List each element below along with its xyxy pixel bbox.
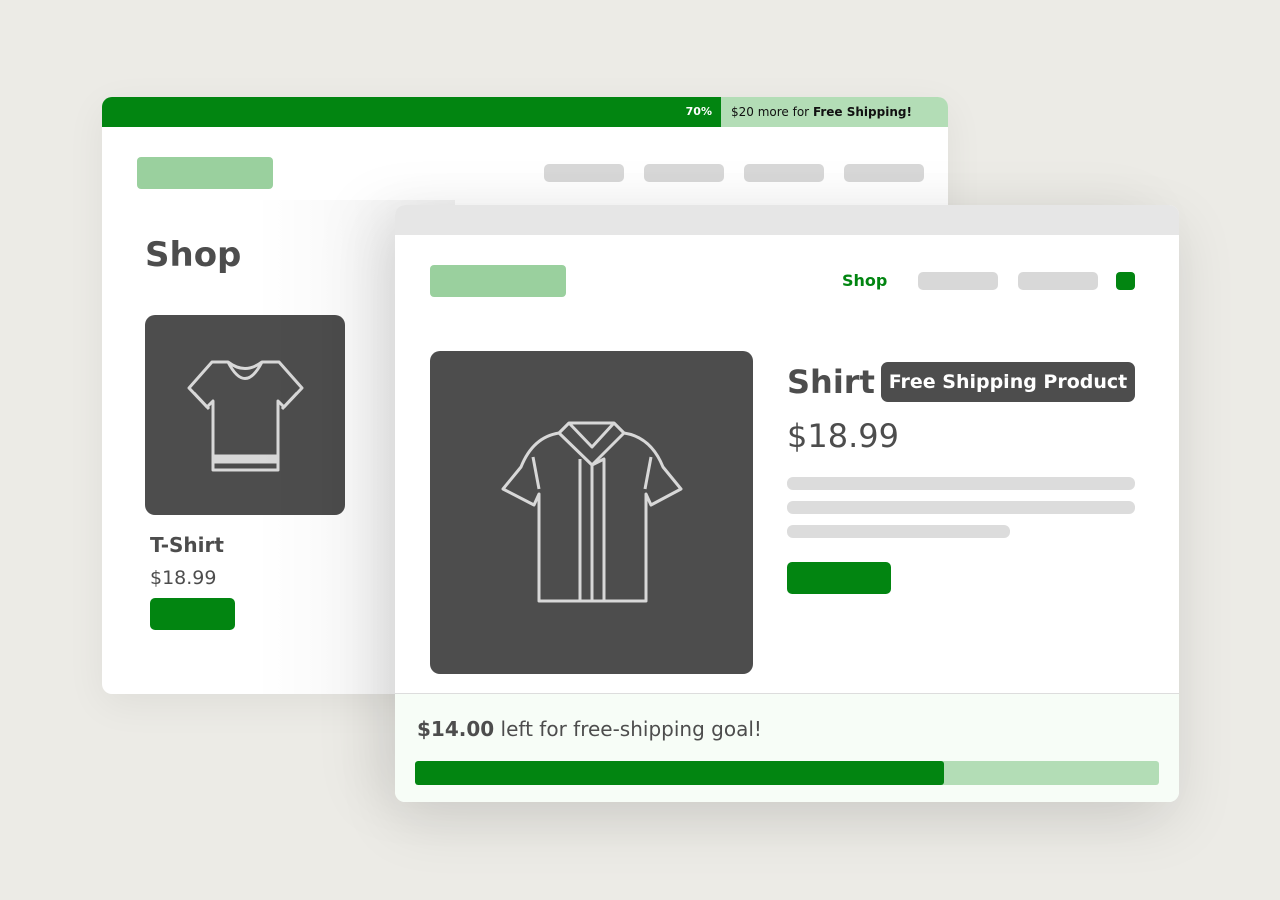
product-name: Shirt (787, 363, 875, 401)
product-card-price: $18.99 (150, 567, 217, 589)
t-shirt-icon (187, 360, 304, 472)
free-shipping-bar: 70% $20 more for Free Shipping! (102, 97, 948, 127)
nav-item-2[interactable] (918, 272, 998, 290)
product-image (430, 351, 753, 674)
nav-item-3[interactable] (744, 164, 824, 182)
goal-progress-fill (415, 761, 944, 785)
site-logo[interactable] (137, 157, 273, 189)
goal-progress-bar (415, 761, 1159, 785)
free-shipping-badge: Free Shipping Product (881, 362, 1135, 402)
nav-item-4[interactable] (844, 164, 924, 182)
nav-item-shop[interactable]: Shop (842, 271, 887, 290)
add-to-cart-button[interactable] (787, 562, 891, 594)
goal-message-text: left for free-shipping goal! (494, 717, 762, 741)
free-shipping-message-bold: Free Shipping! (812, 105, 912, 119)
goal-amount: $14.00 (417, 717, 495, 741)
free-shipping-message-prefix: $20 more for (731, 105, 813, 119)
product-page-window: Shop Shirt Free Shipping Product $18.99 … (395, 205, 1179, 802)
product-card-image[interactable] (145, 315, 345, 515)
cart-icon[interactable] (1116, 272, 1135, 290)
product-card-name[interactable]: T-Shirt (150, 533, 224, 557)
page-title: Shop (145, 235, 242, 275)
nav-item-2[interactable] (644, 164, 724, 182)
product-price: $18.99 (787, 417, 899, 455)
window-titlebar (395, 205, 1179, 235)
nav-item-3[interactable] (1018, 272, 1098, 290)
description-line-2 (787, 501, 1135, 514)
site-logo[interactable] (430, 265, 566, 297)
shirt-icon (501, 421, 683, 603)
free-shipping-percent: 70% (685, 105, 712, 118)
description-line-3 (787, 525, 1010, 538)
description-line-1 (787, 477, 1135, 490)
goal-message: $14.00 left for free-shipping goal! (417, 717, 762, 741)
add-to-cart-button[interactable] (150, 598, 235, 630)
free-shipping-message: $20 more for Free Shipping! (731, 97, 912, 127)
nav-item-1[interactable] (544, 164, 624, 182)
free-shipping-goal-panel: $14.00 left for free-shipping goal! (395, 693, 1179, 802)
